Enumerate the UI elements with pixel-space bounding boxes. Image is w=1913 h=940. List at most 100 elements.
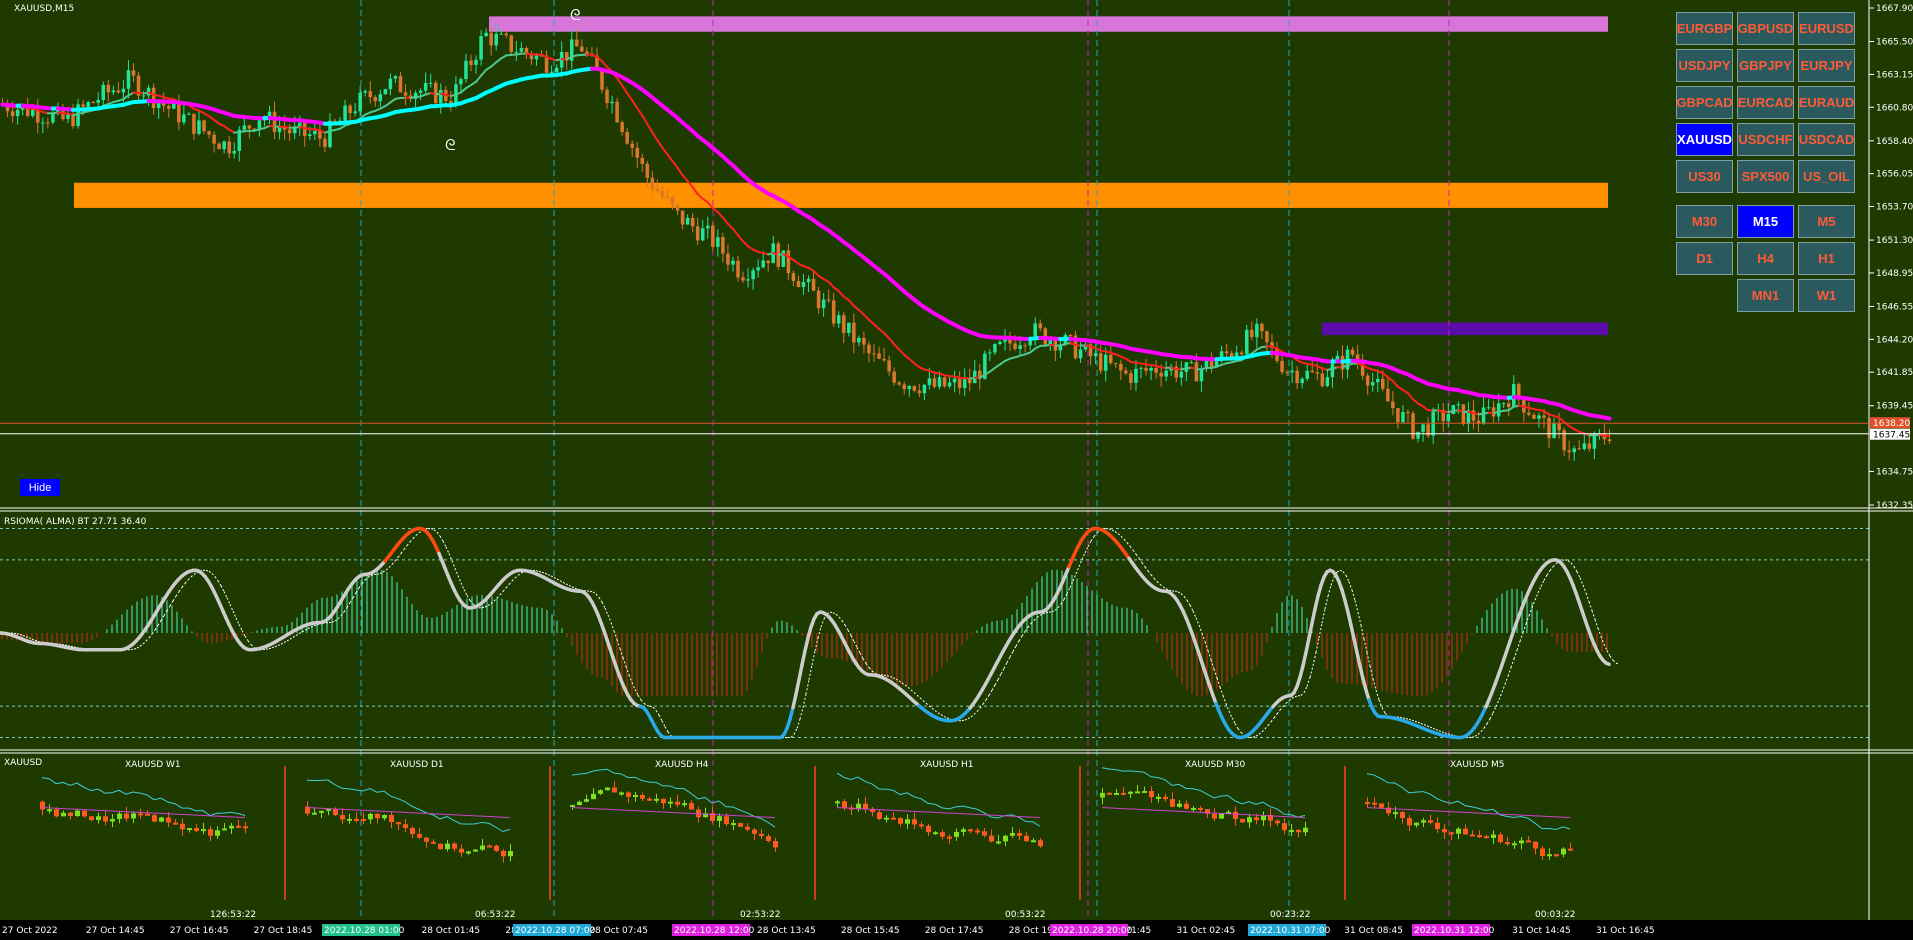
- candle-body: [1239, 352, 1244, 355]
- symbol-button-eurgbp[interactable]: EURGBP: [1676, 12, 1733, 45]
- symbol-button-eurusd[interactable]: EURUSD: [1798, 12, 1855, 45]
- mini-candle-body: [1282, 823, 1287, 831]
- candle-body: [489, 32, 493, 46]
- timeframe-button-m30[interactable]: M30: [1676, 205, 1733, 238]
- timeframe-button-m15[interactable]: M15: [1737, 205, 1794, 238]
- candle-body: [554, 67, 559, 73]
- candle-body: [796, 281, 801, 288]
- mini-candle-body: [835, 801, 840, 804]
- mini-candle-body: [745, 826, 750, 830]
- mini-candle-body: [1177, 803, 1182, 807]
- symbol-button-spx500[interactable]: SPX500: [1737, 160, 1794, 193]
- candle-body: [1229, 353, 1234, 357]
- candle-body: [927, 378, 932, 385]
- symbol-button-usdcad[interactable]: USDCAD: [1798, 123, 1855, 156]
- candle-body: [1537, 415, 1541, 419]
- candle-body: [1607, 439, 1612, 442]
- candle-body: [1557, 422, 1561, 431]
- candle-body: [998, 341, 1002, 345]
- mini-candle-body: [654, 798, 659, 801]
- candle-body: [1159, 372, 1163, 377]
- zone-right: [1322, 322, 1608, 336]
- mini-candle-body: [898, 818, 903, 824]
- symbol-button-gbpjpy[interactable]: GBPJPY: [1737, 49, 1794, 82]
- symbol-button-euraud[interactable]: EURAUD: [1798, 86, 1855, 119]
- timeframe-button-w1[interactable]: W1: [1798, 279, 1855, 312]
- trading-chart[interactable]: 10510085150-5 1150.00-15XAUUSD W1126:53:…: [0, 0, 1913, 940]
- candle-body: [116, 90, 121, 93]
- time-axis-label: 27 Oct 2022: [2, 926, 58, 936]
- price-tag-red: 1638.20: [1873, 419, 1910, 429]
- mini-candle-body: [103, 816, 108, 822]
- mini-candle-body: [319, 810, 324, 813]
- mini-candle-body: [1393, 812, 1398, 815]
- candle-body: [1527, 412, 1531, 415]
- candle-body: [1103, 354, 1108, 371]
- candle-body: [1365, 375, 1370, 386]
- candle-body: [670, 197, 675, 205]
- mini-candle-body: [1240, 818, 1245, 823]
- candle-body: [1078, 349, 1083, 359]
- candle-body: [605, 89, 609, 104]
- mini-candle-body: [1114, 793, 1119, 796]
- candle-body: [1451, 405, 1456, 414]
- candle-body: [323, 138, 327, 147]
- candle-body: [1481, 407, 1486, 424]
- candle-body: [373, 97, 378, 102]
- symbol-button-xauusd[interactable]: XAUUSD: [1676, 123, 1733, 156]
- mini-candle-body: [1456, 828, 1461, 834]
- price-tick-label: 1656.05: [1876, 170, 1913, 180]
- candle-body: [615, 101, 619, 123]
- timeframe-button-m5[interactable]: M5: [1798, 205, 1855, 238]
- candle-body: [272, 111, 277, 132]
- candle-body: [1280, 360, 1284, 373]
- symbol-button-us_oil[interactable]: US_OIL: [1798, 160, 1855, 193]
- symbol-button-eurcad[interactable]: EURCAD: [1737, 86, 1794, 119]
- price-tick-label: 1653.70: [1876, 203, 1913, 213]
- timeframe-button-h1[interactable]: H1: [1798, 242, 1855, 275]
- symbol-button-usdchf[interactable]: USDCHF: [1737, 123, 1794, 156]
- candle-body: [766, 260, 770, 264]
- candle-body: [862, 337, 866, 345]
- mini-candle-body: [933, 832, 938, 835]
- mini-candle-body: [989, 835, 994, 842]
- mini-candle-body: [1296, 829, 1301, 833]
- symbol-button-eurjpy[interactable]: EURJPY: [1798, 49, 1855, 82]
- mini-panel-timer: 00:03:22: [1535, 910, 1575, 920]
- mini-candle-body: [424, 837, 429, 842]
- price-tick-label: 1665.50: [1876, 38, 1913, 48]
- mini-candle-body: [605, 787, 610, 791]
- mini-candle-body: [1303, 827, 1308, 833]
- candle-body: [826, 299, 831, 301]
- mini-candle-body: [1254, 817, 1259, 821]
- mini-candle-body: [1038, 840, 1043, 847]
- candle-body: [877, 353, 881, 359]
- candle-body: [655, 189, 660, 192]
- hide-button[interactable]: Hide: [20, 479, 60, 496]
- timeframe-button-h4[interactable]: H4: [1737, 242, 1794, 275]
- symbol-button-usdjpy[interactable]: USDJPY: [1676, 49, 1733, 82]
- symbol-button-us30[interactable]: US30: [1676, 160, 1733, 193]
- mini-candle-body: [236, 825, 241, 828]
- time-axis-label: 31 Oct 02:45: [1177, 926, 1236, 936]
- mini-candle-body: [612, 787, 617, 793]
- mini-candle-body: [1484, 836, 1489, 839]
- candle-body: [141, 95, 146, 97]
- candle-body: [600, 70, 604, 90]
- candle-body: [1295, 370, 1299, 384]
- mini-candle-body: [361, 818, 366, 821]
- mini-panel-title: XAUUSD H4: [655, 760, 709, 770]
- candle-body: [131, 70, 136, 76]
- zone-marker-icon: ᘓ: [570, 6, 581, 24]
- candle-body: [287, 129, 292, 134]
- symbol-button-gbpusd[interactable]: GBPUSD: [1737, 12, 1794, 45]
- mini-candle-body: [1156, 796, 1161, 799]
- candle-body: [726, 253, 730, 265]
- timeframe-button-d1[interactable]: D1: [1676, 242, 1733, 275]
- mini-candle-body: [187, 828, 192, 831]
- zone-marker-icon: ᘓ: [445, 136, 456, 154]
- symbol-button-gbpcad[interactable]: GBPCAD: [1676, 86, 1733, 119]
- candle-body: [1411, 413, 1415, 439]
- timeframe-button-mn1[interactable]: MN1: [1737, 279, 1794, 312]
- mini-candle-body: [1435, 822, 1440, 830]
